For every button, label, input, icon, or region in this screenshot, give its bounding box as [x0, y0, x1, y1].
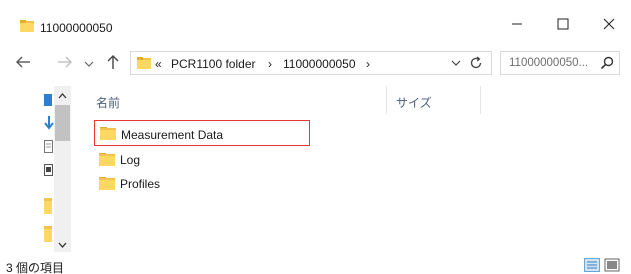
chevron-down-icon	[58, 237, 67, 251]
address-dropdown-button[interactable]	[449, 56, 463, 70]
folder-icon[interactable]	[44, 226, 52, 245]
column-header-size[interactable]: サイズ	[396, 94, 432, 126]
list-item-label: Profiles	[120, 177, 161, 191]
scroll-down-button[interactable]	[54, 235, 71, 252]
breadcrumb-separator[interactable]: ›	[366, 57, 370, 71]
folder-icon	[100, 126, 116, 143]
scroll-up-button[interactable]	[54, 86, 71, 103]
details-view-button[interactable]	[584, 258, 600, 272]
search-input[interactable]: 11000000050...	[500, 51, 620, 75]
list-item-label: Measurement Data	[121, 128, 224, 142]
large-icons-view-icon	[604, 258, 620, 272]
back-button[interactable]	[14, 54, 32, 72]
up-button[interactable]	[104, 54, 122, 72]
file-list: 名前 サイズ Measurement Data Log Profiles	[72, 84, 631, 256]
list-item-log[interactable]: Log	[94, 148, 310, 170]
back-arrow-icon	[15, 55, 31, 72]
document-icon[interactable]	[44, 140, 53, 156]
folder-icon	[137, 56, 151, 73]
address-overflow[interactable]: «	[155, 57, 162, 71]
close-button[interactable]	[586, 10, 631, 40]
refresh-icon[interactable]	[467, 55, 485, 71]
nav-pane-scrollbar[interactable]	[54, 86, 71, 252]
quick-access-icon[interactable]	[44, 94, 52, 109]
forward-arrow-icon	[57, 55, 73, 72]
download-icon[interactable]	[44, 116, 54, 133]
details-view-icon	[587, 261, 597, 269]
chevron-down-icon	[84, 57, 94, 71]
column-divider[interactable]	[480, 86, 481, 114]
list-item-label: Log	[120, 153, 141, 167]
breadcrumb-separator[interactable]: ›	[268, 57, 272, 71]
maximize-icon	[557, 18, 569, 33]
folder-icon	[99, 176, 115, 193]
folder-icon	[99, 152, 115, 169]
up-arrow-icon	[106, 54, 120, 73]
breadcrumb-segment[interactable]: 11000000050	[283, 57, 356, 71]
window-title: 11000000050	[40, 21, 113, 35]
picture-icon[interactable]	[44, 164, 53, 179]
item-count: 3 個の項目	[6, 261, 65, 274]
list-item-profiles[interactable]: Profiles	[94, 172, 310, 194]
minimize-icon	[511, 18, 523, 33]
folder-icon	[20, 19, 34, 36]
title-bar: 11000000050	[0, 0, 631, 40]
address-bar[interactable]: « PCR1100 folder › 11000000050 ›	[130, 51, 492, 75]
scroll-thumb[interactable]	[55, 105, 70, 141]
large-icons-view-button[interactable]	[604, 258, 620, 272]
list-item-measurement-data[interactable]: Measurement Data	[94, 120, 310, 146]
close-icon	[603, 18, 615, 33]
column-divider[interactable]	[386, 86, 387, 114]
search-placeholder: 11000000050...	[509, 57, 589, 69]
chevron-up-icon	[58, 88, 67, 102]
recent-locations-button[interactable]	[80, 55, 98, 73]
navigation-pane	[0, 84, 72, 256]
search-icon[interactable]	[600, 56, 614, 73]
navigation-bar: « PCR1100 folder › 11000000050 › 1100000…	[0, 40, 631, 84]
maximize-button[interactable]	[540, 10, 586, 40]
status-bar: 3 個の項目	[0, 256, 631, 274]
forward-button[interactable]	[56, 54, 74, 72]
minimize-button[interactable]	[494, 10, 540, 40]
folder-icon[interactable]	[44, 198, 52, 217]
breadcrumb-segment[interactable]: PCR1100 folder	[171, 57, 256, 71]
